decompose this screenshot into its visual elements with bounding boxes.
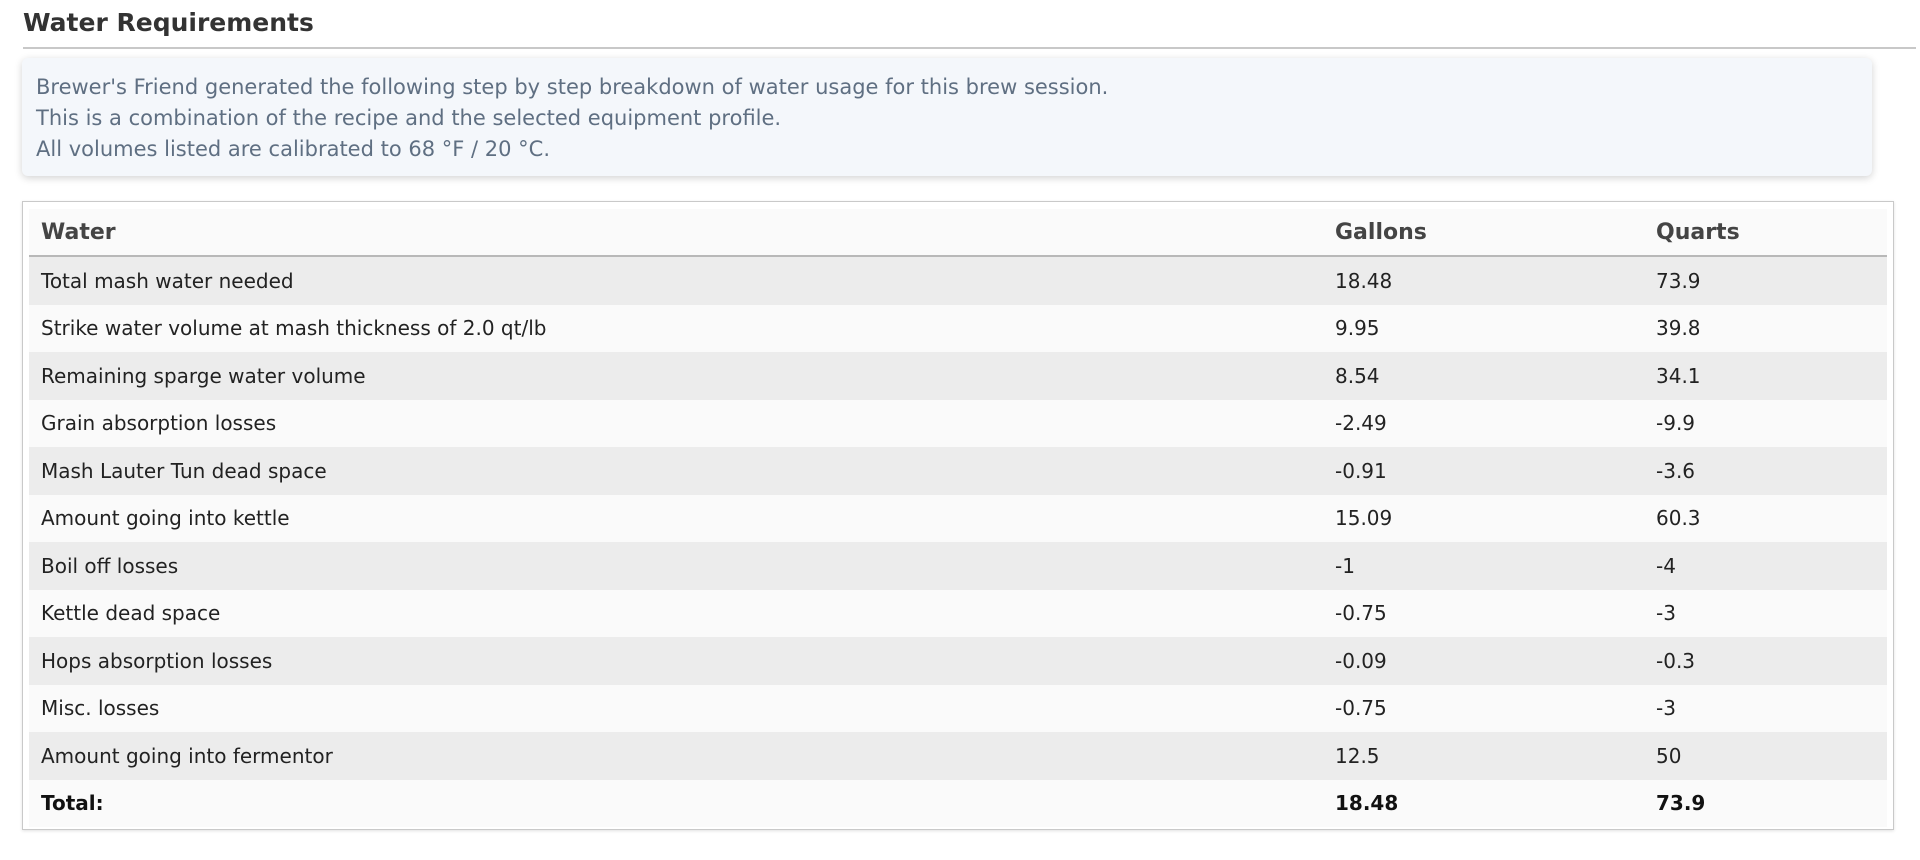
section-title: Water Requirements	[23, 0, 1916, 49]
total-label: Total:	[29, 779, 1323, 827]
row-quarts: 60.3	[1644, 494, 1887, 542]
row-name: Misc. losses	[29, 684, 1323, 732]
row-gallons: 15.09	[1323, 494, 1644, 542]
row-name: Mash Lauter Tun dead space	[29, 447, 1323, 495]
info-line: This is a combination of the recipe and …	[36, 106, 782, 130]
info-line: All volumes listed are calibrated to 68 …	[36, 137, 550, 161]
table-row: Grain absorption losses -2.49 -9.9	[29, 399, 1887, 447]
table-header-row: Water Gallons Quarts	[29, 209, 1887, 257]
info-box: Brewer's Friend generated the following …	[22, 58, 1872, 176]
header-gallons: Gallons	[1323, 209, 1644, 257]
row-name: Amount going into kettle	[29, 494, 1323, 542]
table-row: Boil off losses -1 -4	[29, 542, 1887, 590]
row-quarts: -4	[1644, 542, 1887, 590]
row-gallons: -0.91	[1323, 447, 1644, 495]
table-row: Total mash water needed 18.48 73.9	[29, 256, 1887, 305]
table-row: Misc. losses -0.75 -3	[29, 684, 1887, 732]
row-quarts: -3	[1644, 684, 1887, 732]
row-quarts: 50	[1644, 732, 1887, 780]
row-gallons: 18.48	[1323, 256, 1644, 305]
row-quarts: -3.6	[1644, 447, 1887, 495]
row-gallons: -0.75	[1323, 589, 1644, 637]
row-quarts: 39.8	[1644, 304, 1887, 352]
row-gallons: -0.09	[1323, 637, 1644, 685]
row-quarts: -3	[1644, 589, 1887, 637]
row-gallons: -2.49	[1323, 399, 1644, 447]
row-gallons: -1	[1323, 542, 1644, 590]
table-row: Hops absorption losses -0.09 -0.3	[29, 637, 1887, 685]
row-name: Remaining sparge water volume	[29, 352, 1323, 400]
row-gallons: 9.95	[1323, 304, 1644, 352]
row-gallons: -0.75	[1323, 684, 1644, 732]
total-quarts: 73.9	[1644, 779, 1887, 827]
table-row: Remaining sparge water volume 8.54 34.1	[29, 352, 1887, 400]
total-gallons: 18.48	[1323, 779, 1644, 827]
row-name: Total mash water needed	[29, 256, 1323, 305]
water-table-container: Water Gallons Quarts Total mash water ne…	[22, 201, 1894, 830]
table-row: Mash Lauter Tun dead space -0.91 -3.6	[29, 447, 1887, 495]
row-gallons: 12.5	[1323, 732, 1644, 780]
row-quarts: 73.9	[1644, 256, 1887, 305]
info-line: Brewer's Friend generated the following …	[36, 75, 1109, 99]
table-row: Amount going into kettle 15.09 60.3	[29, 494, 1887, 542]
row-quarts: -0.3	[1644, 637, 1887, 685]
water-table: Water Gallons Quarts Total mash water ne…	[29, 209, 1887, 827]
table-row: Strike water volume at mash thickness of…	[29, 304, 1887, 352]
table-row: Amount going into fermentor 12.5 50	[29, 732, 1887, 780]
header-water: Water	[29, 209, 1323, 257]
row-name: Kettle dead space	[29, 589, 1323, 637]
row-name: Boil off losses	[29, 542, 1323, 590]
row-quarts: -9.9	[1644, 399, 1887, 447]
row-gallons: 8.54	[1323, 352, 1644, 400]
row-name: Grain absorption losses	[29, 399, 1323, 447]
row-quarts: 34.1	[1644, 352, 1887, 400]
header-quarts: Quarts	[1644, 209, 1887, 257]
row-name: Strike water volume at mash thickness of…	[29, 304, 1323, 352]
row-name: Hops absorption losses	[29, 637, 1323, 685]
table-row: Kettle dead space -0.75 -3	[29, 589, 1887, 637]
water-requirements-section: Water Requirements	[23, 0, 1916, 49]
row-name: Amount going into fermentor	[29, 732, 1323, 780]
total-row: Total: 18.48 73.9	[29, 779, 1887, 827]
